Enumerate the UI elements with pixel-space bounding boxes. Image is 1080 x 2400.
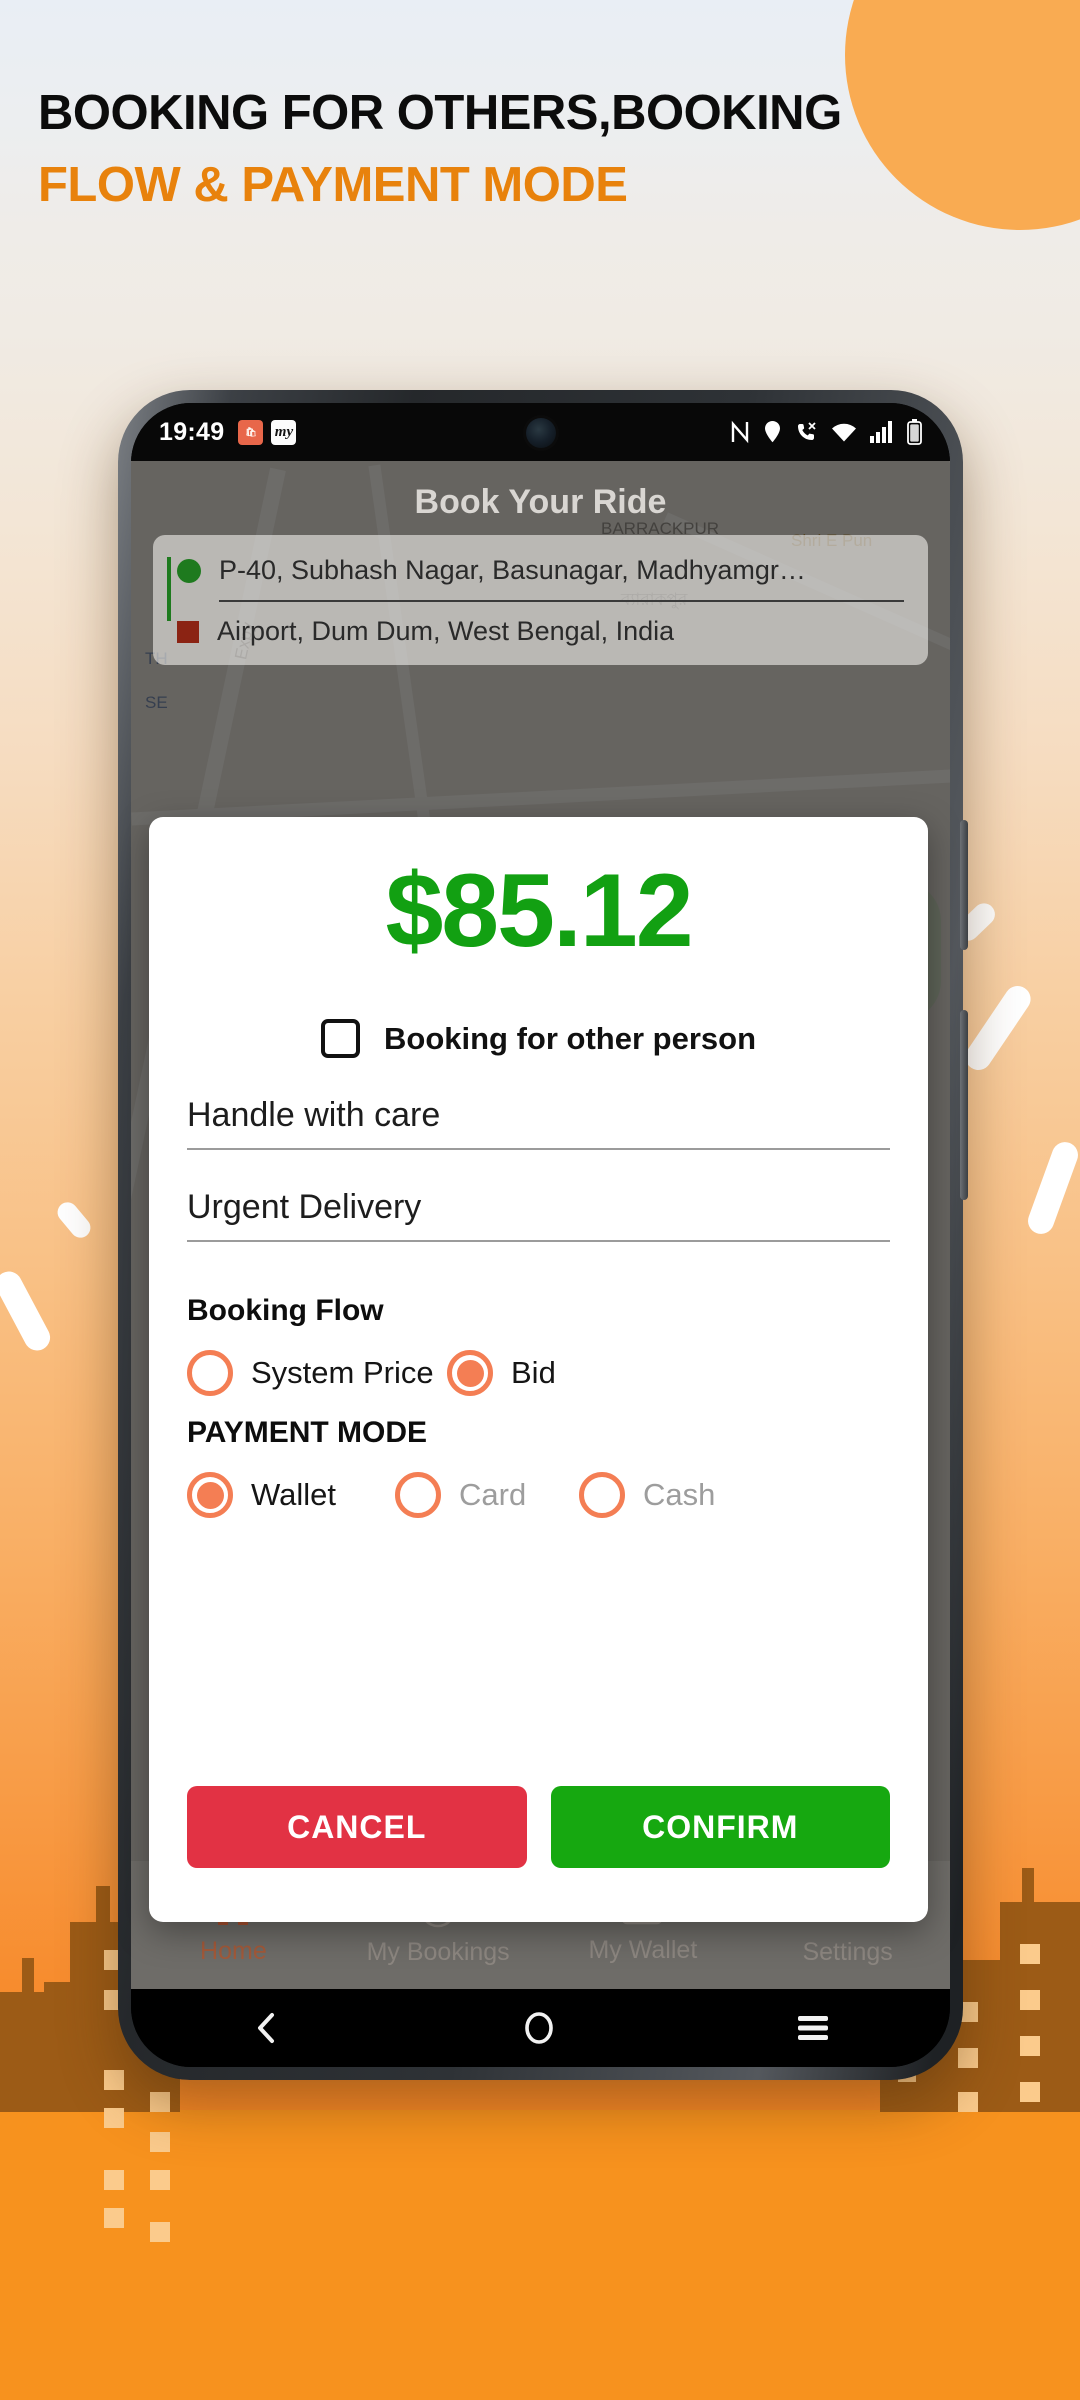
- radio-cash[interactable]: Cash: [579, 1472, 716, 1519]
- booking-for-other-row[interactable]: Booking for other person: [187, 1019, 890, 1059]
- call-missed-icon: [798, 421, 816, 440]
- pickup-dot-icon: [177, 558, 201, 583]
- signal-bars-icon: [870, 421, 892, 443]
- address-card: P-40, Subhash Nagar, Basunagar, Madhyamg…: [153, 535, 928, 665]
- tab-my-bookings-label: My Bookings: [366, 1937, 510, 1966]
- battery-icon: [907, 419, 922, 445]
- payment-mode-title: PAYMENT MODE: [187, 1416, 428, 1450]
- status-bar-time: 19:49: [159, 417, 225, 446]
- page-title-line-2: FLOW & PAYMENT MODE: [38, 157, 628, 212]
- status-bar-notification-icons: 🛍 my: [238, 419, 297, 445]
- radio-bid-label: Bid: [511, 1355, 556, 1391]
- cancel-button[interactable]: CANCEL: [187, 1786, 527, 1868]
- radio-system-price-label: System Price: [251, 1355, 434, 1391]
- dropoff-address: Airport, Dum Dum, West Bengal, India: [217, 616, 675, 646]
- my-app-icon: my: [271, 419, 297, 445]
- booking-flow-options: System Price Bid: [187, 1350, 890, 1397]
- handle-with-care-underline: [187, 1148, 890, 1151]
- radio-cash-control[interactable]: [579, 1472, 625, 1519]
- front-camera: [525, 418, 556, 448]
- pickup-address: P-40, Subhash Nagar, Basunagar, Madhyamg…: [219, 555, 806, 585]
- dropoff-square-icon: [177, 620, 199, 643]
- dialog-actions: CANCEL CONFIRM: [187, 1786, 890, 1868]
- phone-volume-button[interactable]: [960, 820, 968, 950]
- confirm-button[interactable]: CONFIRM: [550, 1786, 890, 1868]
- status-bar-system-icons: [730, 419, 922, 445]
- back-icon[interactable]: [251, 2011, 283, 2045]
- handle-with-care-field[interactable]: Handle with care: [187, 1096, 890, 1151]
- wifi-icon: [832, 423, 856, 441]
- radio-bid-control[interactable]: [447, 1350, 493, 1397]
- booking-for-other-label: Booking for other person: [384, 1020, 756, 1056]
- urgent-delivery-value: Urgent Delivery: [187, 1188, 422, 1227]
- dropoff-row[interactable]: Airport, Dum Dum, West Bengal, India: [177, 616, 904, 647]
- nfc-icon: [731, 420, 749, 444]
- phone-power-button[interactable]: [960, 1010, 968, 1200]
- address-divider: [219, 600, 904, 602]
- route-connector-line: [167, 557, 171, 621]
- radio-wallet[interactable]: Wallet: [187, 1472, 395, 1519]
- radio-card[interactable]: Card: [395, 1472, 579, 1519]
- urgent-delivery-field[interactable]: Urgent Delivery: [187, 1188, 890, 1243]
- tab-home-label: Home: [200, 1936, 267, 1965]
- radio-card-control[interactable]: [395, 1472, 441, 1519]
- shopping-app-icon: 🛍: [238, 419, 264, 445]
- page-title: BOOKING FOR OTHERS,BOOKING FLOW & PAYMEN…: [38, 86, 938, 212]
- tab-my-wallet-label: My Wallet: [588, 1935, 698, 1964]
- tab-settings-label: Settings: [802, 1937, 893, 1966]
- radio-cash-label: Cash: [643, 1477, 716, 1513]
- screen-title: Book Your Ride: [414, 483, 667, 521]
- booking-confirmation-dialog: $85.12 Booking for other person Handle w…: [149, 817, 928, 1922]
- home-circle-icon[interactable]: [522, 2010, 556, 2046]
- radio-system-price-control[interactable]: [187, 1350, 233, 1397]
- location-pin-icon: [765, 421, 780, 443]
- radio-bid[interactable]: Bid: [447, 1350, 556, 1397]
- booking-for-other-checkbox[interactable]: [321, 1019, 360, 1059]
- radio-system-price[interactable]: System Price: [187, 1350, 447, 1397]
- handle-with-care-value: Handle with care: [187, 1096, 441, 1135]
- fare-price: $85.12: [385, 853, 693, 969]
- page-title-line-1: BOOKING FOR OTHERS,BOOKING: [38, 86, 842, 140]
- urgent-delivery-underline: [187, 1240, 890, 1243]
- radio-wallet-label: Wallet: [251, 1477, 336, 1513]
- android-navigation-bar: [131, 1989, 950, 2067]
- booking-flow-title: Booking Flow: [187, 1294, 384, 1328]
- payment-mode-options: Wallet Card Cash: [187, 1472, 890, 1519]
- recents-icon[interactable]: [796, 2014, 830, 2042]
- pickup-row[interactable]: P-40, Subhash Nagar, Basunagar, Madhyamg…: [177, 555, 904, 586]
- radio-card-label: Card: [459, 1477, 527, 1513]
- radio-wallet-control[interactable]: [187, 1472, 233, 1519]
